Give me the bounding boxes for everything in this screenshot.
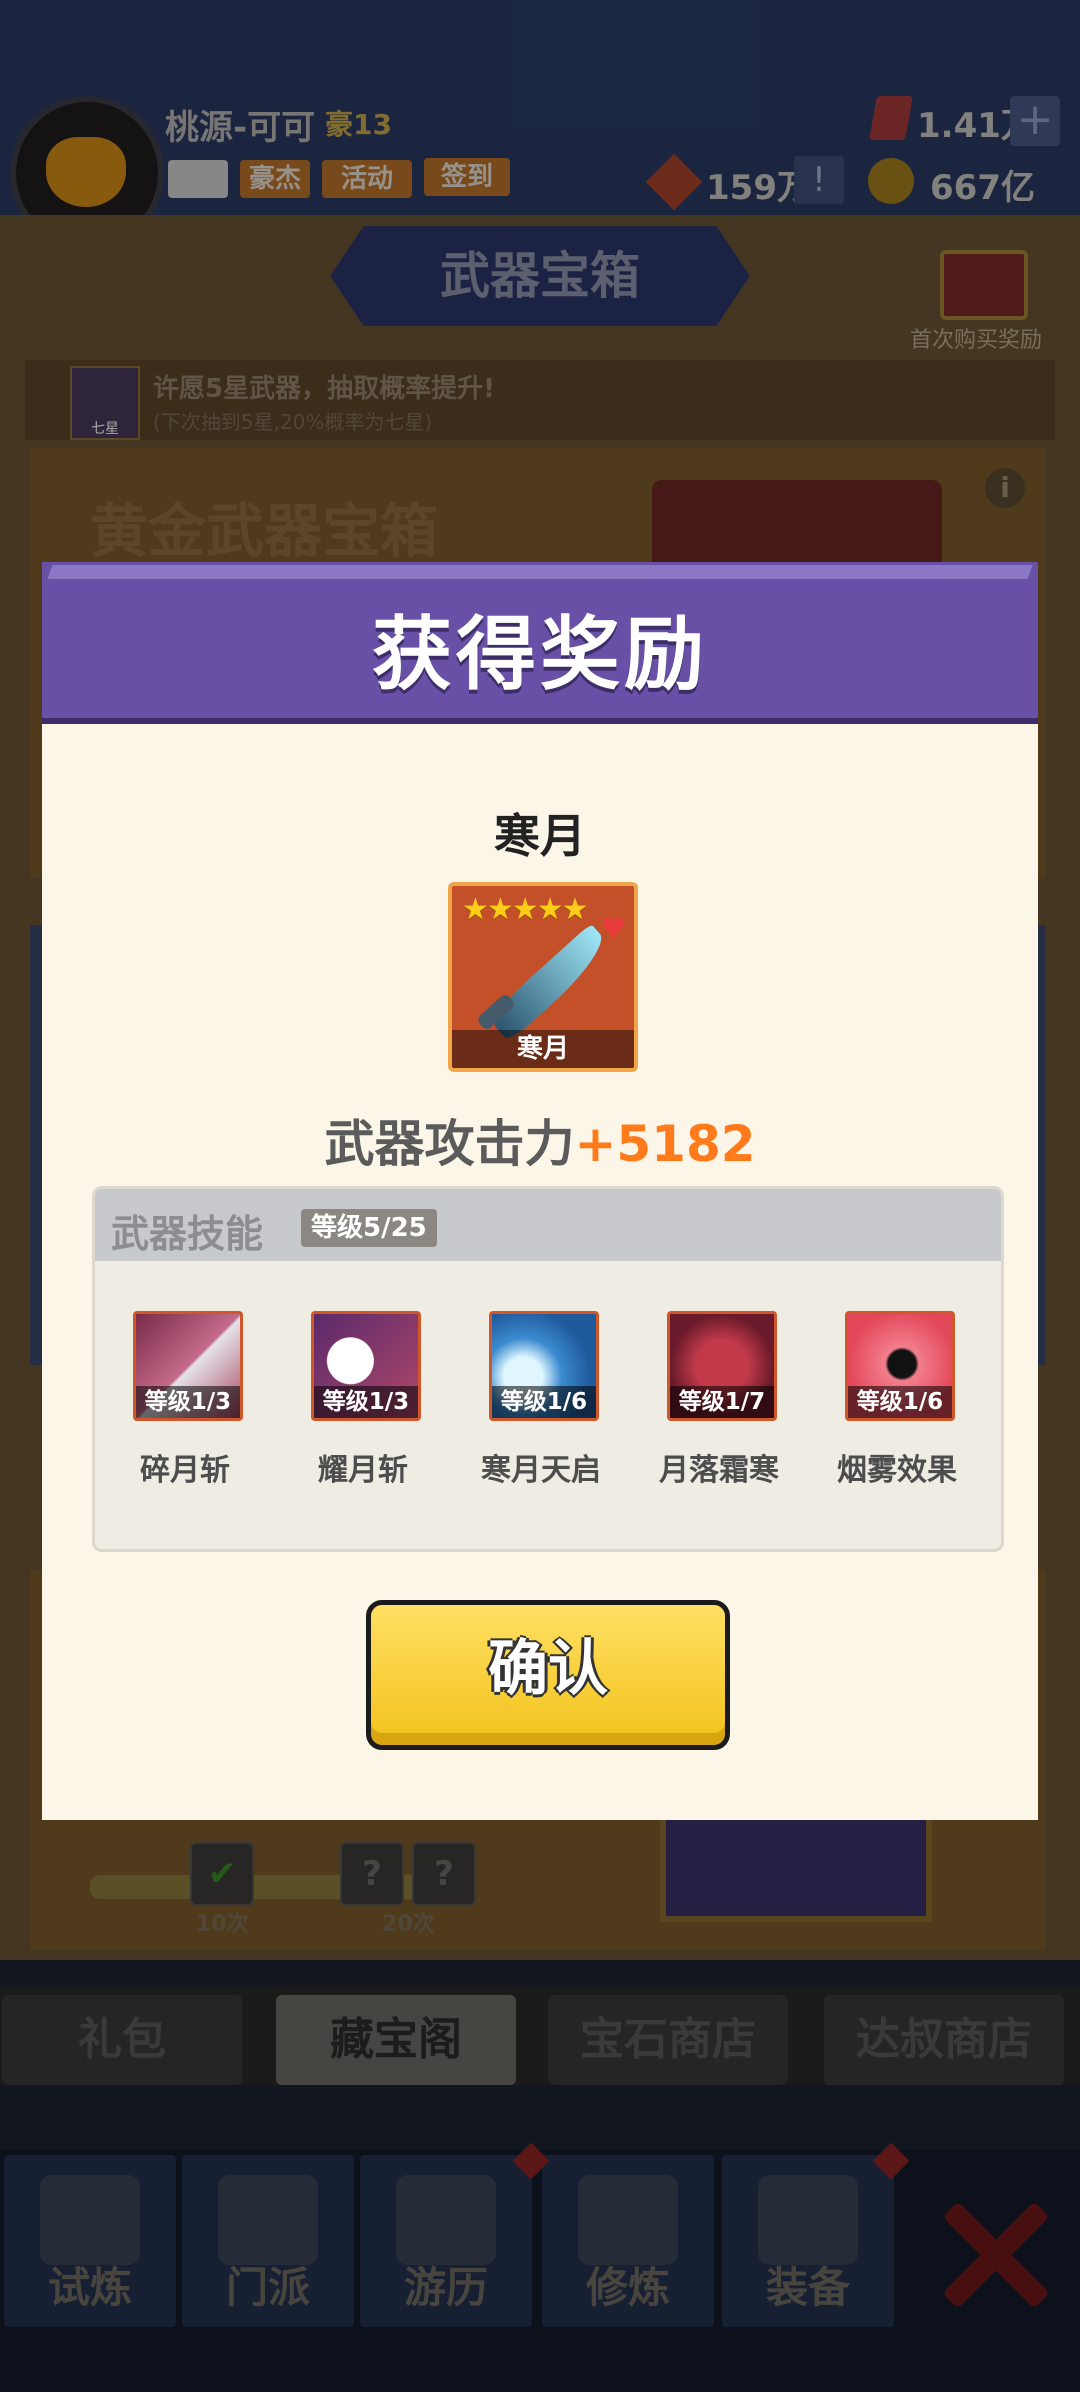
skill-level: 等级1/3: [314, 1386, 418, 1418]
weapon-card-label: 寒月: [452, 1030, 634, 1068]
skill-name: 月落霜寒: [659, 1453, 779, 1488]
weapon-skills-panel: 武器技能 等级5/25 等级1/3 碎月斩 等级1/3 耀月斩 等级1/6 寒月…: [92, 1186, 1004, 1552]
skill-name: 耀月斩: [318, 1453, 408, 1488]
skill-shatter-moon-icon: 等级1/3: [133, 1311, 243, 1421]
skill-name: 烟雾效果: [837, 1453, 957, 1488]
skills-level-badge: 等级5/25: [301, 1209, 437, 1247]
skill-level: 等级1/7: [670, 1386, 774, 1418]
skills-title: 武器技能: [111, 1212, 264, 1256]
skill-level: 等级1/6: [848, 1386, 952, 1418]
confirm-button[interactable]: 确认: [366, 1600, 730, 1750]
sword-icon: [486, 923, 614, 1043]
skill-level: 等级1/6: [492, 1386, 596, 1418]
skill-item[interactable]: 等级1/3 碎月斩: [95, 1311, 255, 1511]
skill-name: 碎月斩: [140, 1453, 230, 1488]
weapon-name: 寒月: [494, 809, 586, 863]
header-stripe: [47, 565, 1033, 579]
skill-item[interactable]: 等级1/6 烟雾效果: [807, 1311, 967, 1511]
confirm-label: 确认: [488, 1634, 608, 1704]
skill-cold-moon-icon: 等级1/6: [489, 1311, 599, 1421]
attack-label: 武器攻击力: [324, 1115, 575, 1173]
skill-item[interactable]: 等级1/7 月落霜寒: [629, 1311, 789, 1511]
reward-title: 获得奖励: [372, 608, 708, 701]
weapon-card[interactable]: ★★★★★ ♥ 寒月: [448, 882, 638, 1072]
attack-value: +5182: [574, 1115, 756, 1173]
star-rating: ★★★★★: [462, 892, 588, 927]
skill-level: 等级1/3: [136, 1386, 240, 1418]
skill-item[interactable]: 等级1/3 耀月斩: [273, 1311, 433, 1511]
skill-smoke-icon: 等级1/6: [845, 1311, 955, 1421]
heart-icon: ♥: [600, 912, 626, 945]
skill-item[interactable]: 等级1/6 寒月天启: [451, 1311, 611, 1511]
skill-name: 寒月天启: [481, 1453, 601, 1488]
skill-moon-frost-icon: 等级1/7: [667, 1311, 777, 1421]
weapon-attack: 武器攻击力+5182: [42, 1104, 1038, 1176]
skill-bright-moon-icon: 等级1/3: [311, 1311, 421, 1421]
